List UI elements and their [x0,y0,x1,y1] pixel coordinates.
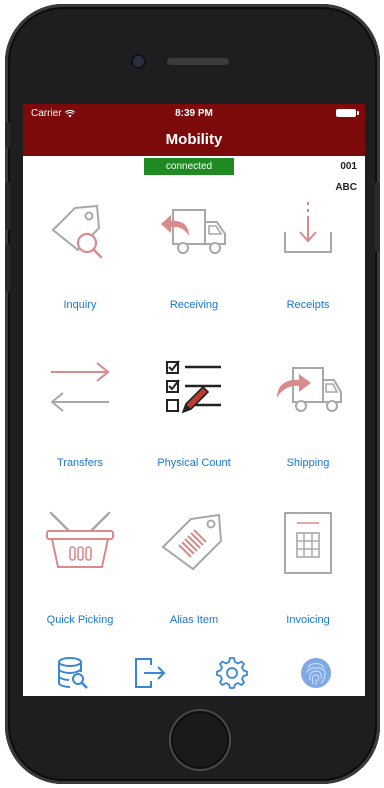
tile-transfers[interactable]: Transfers [23,354,137,504]
tile-label: Quick Picking [46,614,114,626]
tile-receipts[interactable]: Receipts [251,196,365,346]
tile-label: Invoicing [286,614,330,626]
checklist-pencil-icon [166,360,221,414]
truck-arrow-back-icon [161,209,226,254]
app-screen: Carrier 8:39 PM Mobility connected 001 A… [23,104,365,696]
invoice-document-icon [284,512,332,574]
logout-icon[interactable] [133,656,167,690]
tile-alias-item[interactable]: Alias Item [137,509,251,659]
transfer-arrows-icon [50,362,110,412]
bottom-toolbar [23,642,365,696]
battery-icon [336,109,359,117]
status-time: 8:39 PM [175,108,213,119]
power-button [375,182,380,252]
nav-bar: Carrier 8:39 PM Mobility [23,104,365,156]
truck-arrow-forward-icon [277,367,342,412]
tile-receiving[interactable]: Receiving [137,196,251,346]
settings-gear-icon[interactable] [215,656,249,690]
volume-up-button [5,182,10,230]
tile-label: Physical Count [157,457,231,469]
tile-inquiry[interactable]: Inquiry [23,196,137,346]
tile-invoicing[interactable]: Invoicing [251,509,365,659]
database-search-icon[interactable] [56,656,90,690]
page-title: Mobility [165,131,223,148]
tag-search-icon [51,204,103,259]
download-tray-icon [284,202,332,253]
volume-down-button [5,244,10,292]
company-code: ABC [335,182,357,193]
front-camera [133,56,144,67]
status-bar: Carrier 8:39 PM [23,104,365,122]
tile-label: Inquiry [63,299,97,311]
silent-switch [5,122,10,148]
tile-label: Transfers [56,457,104,469]
tile-label: Alias Item [169,614,219,626]
tile-quick-picking[interactable]: Quick Picking [23,509,137,659]
earpiece-speaker [167,58,229,65]
fingerprint-icon[interactable] [299,656,333,690]
basket-icon [46,511,114,568]
tile-label: Receiving [169,299,219,311]
barcode-tag-icon [161,513,223,571]
home-button[interactable] [171,711,229,769]
tile-shipping[interactable]: Shipping [251,354,365,504]
tile-label: Receipts [286,299,330,311]
tile-physical-count[interactable]: Physical Count [137,354,251,504]
location-code: 001 [340,161,357,172]
tile-label: Shipping [286,457,330,469]
connection-badge: connected [144,158,234,175]
